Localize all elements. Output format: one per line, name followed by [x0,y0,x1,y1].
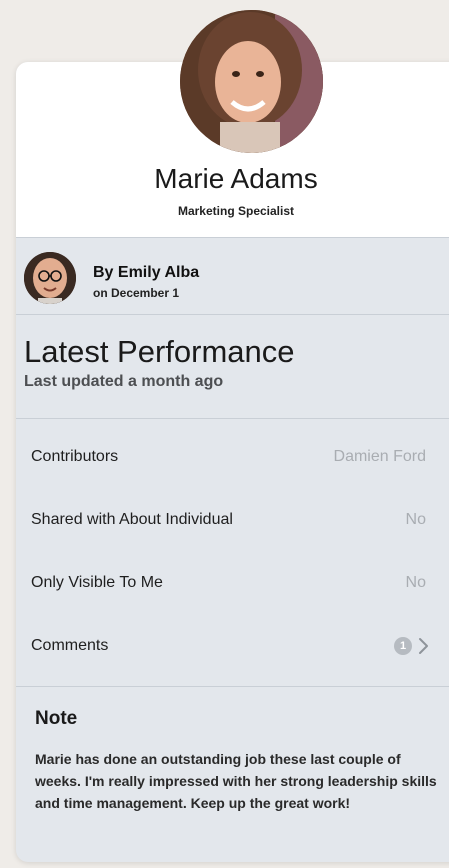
profile-avatar [180,10,323,153]
contributors-label: Contributors [31,448,119,465]
comments-label: Comments [31,637,109,654]
profile-role: Marketing Specialist [177,204,295,218]
comments-row[interactable]: Comments 1 [16,615,440,677]
only-visible-to-me-row[interactable]: Only Visible To Me No [16,552,440,614]
note-title: Note [35,708,78,729]
contributors-row[interactable]: Contributors Damien Ford [16,426,440,488]
author-name: By Emily Alba [93,264,200,281]
performance-title: Latest Performance [24,334,295,369]
shared-with-individual-label: Shared with About Individual [31,511,233,528]
divider [16,314,449,315]
contributors-value: Damien Ford [333,448,426,465]
only-visible-to-me-value: No [405,574,426,591]
shared-with-individual-value: No [405,511,426,528]
profile-name: Marie Adams [154,163,318,194]
divider [16,418,449,419]
performance-subtitle: Last updated a month ago [24,373,224,390]
chevron-right-icon[interactable] [416,637,430,655]
only-visible-to-me-label: Only Visible To Me [31,574,163,591]
comments-count-badge: 1 [394,637,412,655]
shared-with-individual-row[interactable]: Shared with About Individual No [16,489,440,551]
author-avatar [24,252,76,304]
note-body: Marie has done an outstanding job these … [35,751,437,811]
divider [16,686,449,687]
author-date: on December 1 [93,286,180,300]
